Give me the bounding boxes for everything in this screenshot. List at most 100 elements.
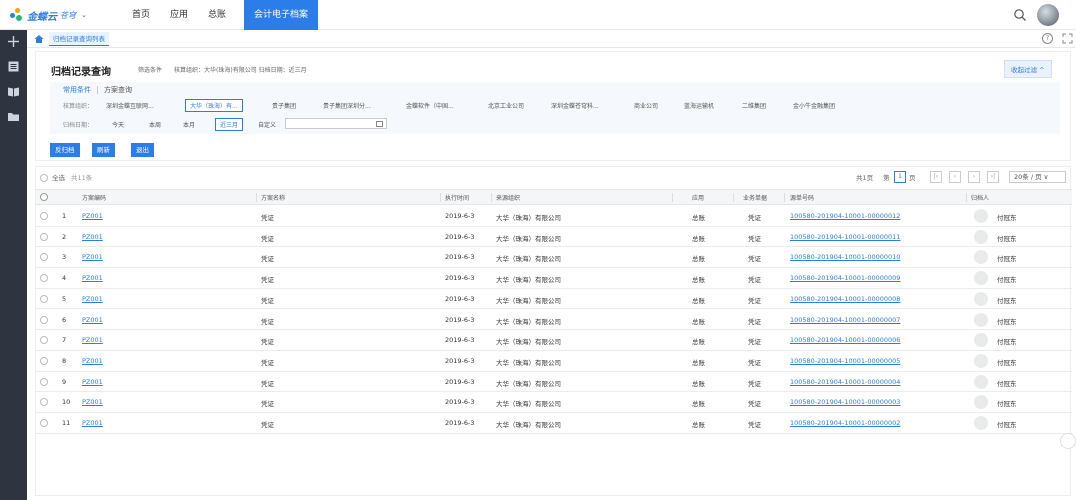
row-select-radio[interactable] xyxy=(40,398,48,407)
collapse-filter-button[interactable]: 收起过滤 ^ xyxy=(1004,60,1052,78)
source-doc-link[interactable]: 100580-201904-10001-00000011 xyxy=(790,233,900,241)
brand-logo[interactable]: 金蝶云 苍穹 ⌄ xyxy=(10,6,87,24)
org-option[interactable]: 贵子集团 xyxy=(272,101,296,110)
org-option-selected[interactable]: 大华（珠海）有... xyxy=(185,99,243,112)
scheme-code-link[interactable]: PZ001 xyxy=(82,295,103,303)
col-divider[interactable] xyxy=(256,193,257,202)
col-divider[interactable] xyxy=(733,193,734,202)
col-scheme-name[interactable]: 方案名称 xyxy=(261,193,285,202)
add-icon[interactable] xyxy=(7,35,20,48)
tab-common-conditions[interactable]: 常用条件 xyxy=(63,86,91,94)
org-option[interactable]: 贵子集团深圳分... xyxy=(323,101,371,110)
source-doc-link[interactable]: 100580-201904-10001-00000005 xyxy=(790,357,900,365)
org-option[interactable]: 北京工业公司 xyxy=(488,101,524,110)
table-row[interactable]: 3 PZ001 凭证 2019-6-3 大华（珠海）有限公司 总账 凭证 100580-201… xyxy=(36,247,1072,269)
row-select-radio[interactable] xyxy=(40,232,48,241)
col-exec-time[interactable]: 执行时间 xyxy=(445,193,469,202)
table-row[interactable]: 6 PZ001 凭证 2019-6-3 大华（珠海）有限公司 总账 凭证 100580-201… xyxy=(36,310,1072,331)
search-icon[interactable] xyxy=(1013,8,1027,22)
row-select-radio[interactable] xyxy=(40,377,48,386)
source-doc-link[interactable]: 100580-201904-10001-00000007 xyxy=(790,316,900,324)
table-row[interactable]: 2 PZ001 凭证 2019-6-3 大华（珠海）有限公司 总账 凭证 100580-201… xyxy=(36,227,1072,248)
tab-scheme-query[interactable]: 方案查询 xyxy=(97,86,132,94)
table-row[interactable]: 5 PZ001 凭证 2019-6-3 大华（珠海）有限公司 总账 凭证 100580-201… xyxy=(36,289,1072,310)
col-source-org[interactable]: 来源组织 xyxy=(496,193,520,202)
user-avatar[interactable] xyxy=(1037,4,1059,26)
source-doc-link[interactable]: 100580-201904-10001-00000008 xyxy=(790,295,900,303)
fullscreen-icon[interactable] xyxy=(1062,33,1073,44)
row-select-radio[interactable] xyxy=(40,274,48,283)
scheme-code-link[interactable]: PZ001 xyxy=(82,212,103,220)
nav-ledger[interactable]: 总账 xyxy=(198,0,236,30)
table-row[interactable]: 4 PZ001 凭证 2019-6-3 大华（珠海）有限公司 总账 凭证 100580-201… xyxy=(36,268,1072,289)
org-option[interactable]: 深圳金蝶互联网... xyxy=(106,101,154,110)
scheme-code-link[interactable]: PZ001 xyxy=(82,357,103,365)
col-biz-doc[interactable]: 业务单据 xyxy=(743,193,767,202)
scheme-code-link[interactable]: PZ001 xyxy=(82,336,103,344)
scheme-code-link[interactable]: PZ001 xyxy=(82,253,103,261)
list-icon[interactable] xyxy=(7,60,20,73)
scheme-code-link[interactable]: PZ001 xyxy=(82,398,103,406)
row-select-radio[interactable] xyxy=(40,419,48,427)
source-doc-link[interactable]: 100580-201904-10001-00000003 xyxy=(790,398,900,406)
table-row[interactable]: 11 PZ001 凭证 2019-6-3 大华（珠海）有限公司 总账 凭证 100580-20… xyxy=(36,413,1072,434)
calendar-icon[interactable] xyxy=(376,121,383,127)
nav-apps[interactable]: 应用 xyxy=(160,0,198,30)
row-select-radio[interactable] xyxy=(40,336,48,345)
first-page-icon[interactable]: |‹ xyxy=(930,171,942,183)
source-doc-link[interactable]: 100580-201904-10001-00000002 xyxy=(790,419,900,427)
pager-page-input[interactable]: 1 xyxy=(894,171,906,183)
breadcrumb-tab[interactable]: 归档记录查询列表 xyxy=(49,32,109,46)
org-option[interactable]: 深圳金蝶苍穹科... xyxy=(551,101,599,110)
custom-date-input[interactable] xyxy=(285,118,387,129)
col-divider[interactable] xyxy=(491,193,492,202)
chevron-down-icon[interactable]: ⌄ xyxy=(81,11,87,19)
org-option[interactable]: 商业公司 xyxy=(634,101,658,110)
refresh-button[interactable]: 刷新 xyxy=(92,143,115,157)
col-divider[interactable] xyxy=(440,193,441,202)
org-option[interactable]: 金蝶软件（中国... xyxy=(406,101,454,110)
home-icon[interactable] xyxy=(34,34,44,44)
table-row[interactable]: 8 PZ001 凭证 2019-6-3 大华（珠海）有限公司 总账 凭证 100580-201… xyxy=(36,351,1072,372)
date-option-today[interactable]: 今天 xyxy=(112,120,124,129)
source-doc-link[interactable]: 100580-201904-10001-00000012 xyxy=(790,212,900,220)
col-app[interactable]: 应用 xyxy=(692,193,704,202)
source-doc-link[interactable]: 100580-201904-10001-00000009 xyxy=(790,274,900,282)
scheme-code-link[interactable]: PZ001 xyxy=(82,378,103,386)
row-select-radio[interactable] xyxy=(40,253,48,262)
date-option-week[interactable]: 本周 xyxy=(149,120,161,129)
date-option-custom[interactable]: 自定义 xyxy=(258,120,276,129)
source-doc-link[interactable]: 100580-201904-10001-00000010 xyxy=(790,253,900,261)
scheme-code-link[interactable]: PZ001 xyxy=(82,316,103,324)
source-doc-link[interactable]: 100580-201904-10001-00000004 xyxy=(790,378,900,386)
next-page-icon[interactable]: › xyxy=(968,171,980,183)
row-select-radio[interactable] xyxy=(40,294,48,303)
row-select-radio[interactable] xyxy=(40,356,48,365)
col-divider[interactable] xyxy=(672,193,673,202)
table-row[interactable]: 10 PZ001 凭证 2019-6-3 大华（珠海）有限公司 总账 凭证 100580-20… xyxy=(36,392,1072,413)
source-doc-link[interactable]: 100580-201904-10001-00000006 xyxy=(790,336,900,344)
nav-e-archive[interactable]: 会计电子档案 xyxy=(244,0,319,30)
col-divider[interactable] xyxy=(784,193,785,202)
col-source-doc[interactable]: 源单号码 xyxy=(790,193,814,202)
select-all-label[interactable]: 全选 xyxy=(52,172,65,182)
scheme-code-link[interactable]: PZ001 xyxy=(82,419,103,427)
col-archiver[interactable]: 归档人 xyxy=(971,193,989,202)
exit-button[interactable]: 退出 xyxy=(131,143,154,157)
header-settings-icon[interactable] xyxy=(40,193,48,201)
scheme-code-link[interactable]: PZ001 xyxy=(82,274,103,282)
table-row[interactable]: 9 PZ001 凭证 2019-6-3 大华（珠海）有限公司 总账 凭证 100580-201… xyxy=(36,372,1072,393)
col-divider[interactable] xyxy=(966,193,967,202)
unarchive-button[interactable]: 反归档 xyxy=(50,143,80,157)
last-page-icon[interactable]: ›| xyxy=(987,171,999,183)
book-icon[interactable] xyxy=(7,85,20,98)
date-option-3months[interactable]: 近三月 xyxy=(215,118,244,131)
row-select-radio[interactable] xyxy=(40,315,48,324)
table-row[interactable]: 1 PZ001 凭证 2019-6-3 大华（珠海）有限公司 总账 凭证 100580-201… xyxy=(36,206,1072,227)
help-icon[interactable]: ? xyxy=(1042,33,1053,44)
date-option-month[interactable]: 本月 xyxy=(183,120,195,129)
row-select-radio[interactable] xyxy=(40,212,48,220)
table-row[interactable]: 7 PZ001 凭证 2019-6-3 大华（珠海）有限公司 总账 凭证 100580-201… xyxy=(36,330,1072,351)
folder-icon[interactable] xyxy=(7,110,20,123)
prev-page-icon[interactable]: ‹ xyxy=(949,171,961,183)
